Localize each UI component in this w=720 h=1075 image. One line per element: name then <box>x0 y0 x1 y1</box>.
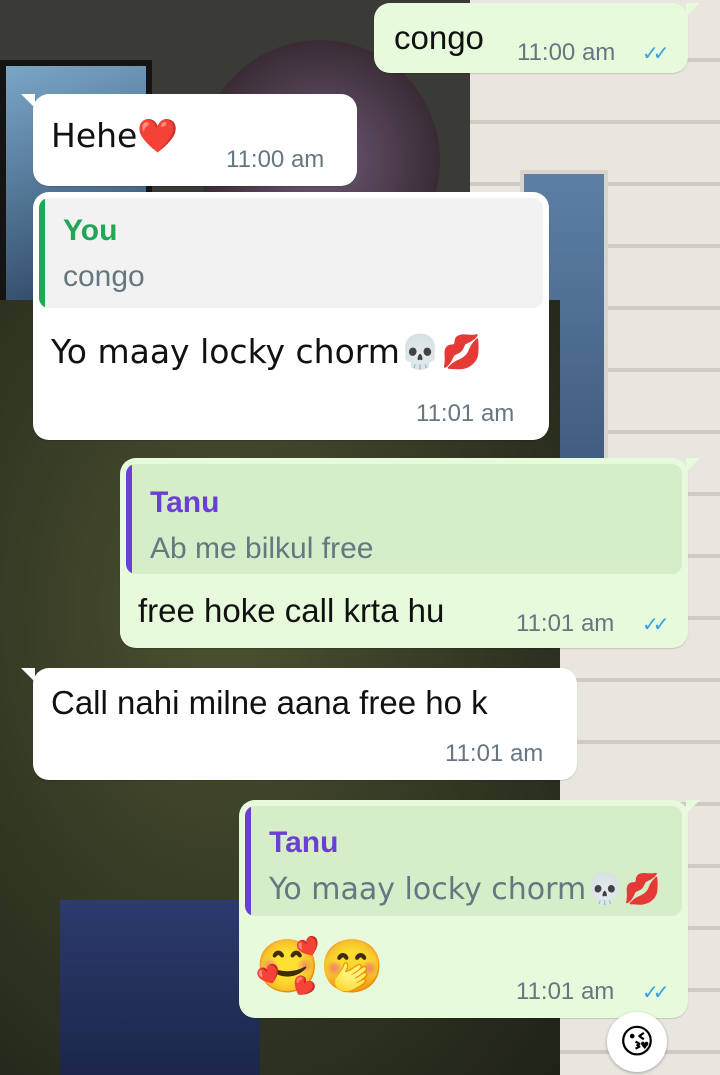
message-timestamp: 11:01 am <box>445 740 544 767</box>
message-bubble-incoming-reply[interactable]: You congo Yo maay locky chorm💀💋 11:01 am <box>33 192 549 440</box>
read-receipt-icon: ✓✓ <box>642 982 669 1004</box>
message-bubble-outgoing-reply[interactable]: Tanu Ab me bilkul free free hoke call kr… <box>120 458 700 648</box>
message-text: Yo maay locky chorm💀💋 <box>51 332 483 371</box>
quote-text: Yo maay locky chorm💀💋 <box>269 872 661 907</box>
quote-text: congo <box>63 260 145 293</box>
quoted-message[interactable]: Tanu Yo maay locky chorm💀💋 <box>245 806 682 916</box>
message-text: congo <box>394 19 484 56</box>
message-bubble-incoming[interactable]: Hehe❤️ 11:00 am <box>21 94 357 186</box>
message-timestamp: 11:00 am <box>226 146 325 173</box>
quote-text: Ab me bilkul free <box>150 532 374 565</box>
message-timestamp: 11:01 am <box>516 610 615 637</box>
message-text: Call nahi milne aana free ho k <box>51 684 488 721</box>
message-timestamp: 11:00 am <box>517 39 616 66</box>
quote-accent-bar <box>126 464 132 574</box>
background-jeans <box>60 900 260 1075</box>
message-emoji-text: 🥰🤭 <box>255 937 385 997</box>
message-text: free hoke call krta hu <box>138 592 445 629</box>
read-receipt-icon: ✓✓ <box>642 43 669 65</box>
message-reaction-badge[interactable]: 😘 <box>607 1012 667 1072</box>
message-bubble-outgoing-reply[interactable]: Tanu Yo maay locky chorm💀💋 🥰🤭 11:01 am ✓… <box>239 800 700 1018</box>
message-timestamp: 11:01 am <box>516 978 615 1005</box>
quote-author: Tanu <box>150 486 220 519</box>
quoted-message[interactable]: You congo <box>39 198 543 308</box>
quote-author: Tanu <box>269 826 339 859</box>
message-bubble-incoming[interactable]: Call nahi milne aana free ho k 11:01 am <box>21 668 577 780</box>
quote-accent-bar <box>39 198 45 308</box>
message-bubble-outgoing[interactable]: congo 11:00 am ✓✓ <box>374 3 700 73</box>
quoted-message[interactable]: Tanu Ab me bilkul free <box>126 464 682 574</box>
read-receipt-icon: ✓✓ <box>642 614 669 636</box>
message-text: Hehe❤️ <box>51 116 179 155</box>
message-timestamp: 11:01 am <box>416 400 515 427</box>
quote-accent-bar <box>245 806 251 916</box>
quote-author: You <box>63 214 118 247</box>
